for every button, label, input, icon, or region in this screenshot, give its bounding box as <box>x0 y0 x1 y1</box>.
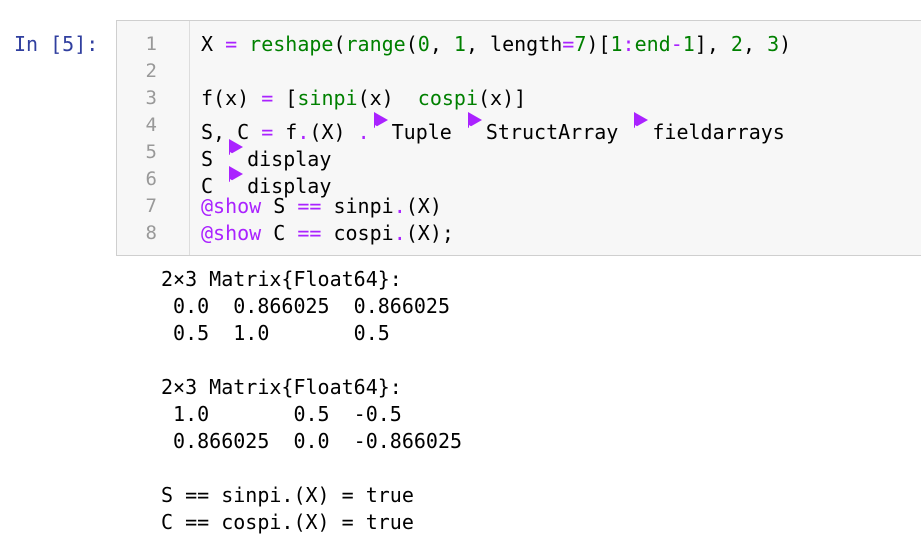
code-line: f(x) = [sinpi(x) cospi(x)] <box>201 85 526 112</box>
code-token: , <box>429 32 454 56</box>
code-token: Tuple <box>391 120 464 144</box>
code-token: @show <box>201 221 262 245</box>
output-line: 0.5 1.0 0.5 <box>161 321 390 345</box>
code-token: reshape <box>249 32 334 56</box>
pipe-operator-icon <box>229 166 244 189</box>
code-token: ], <box>694 32 731 56</box>
code-token: : <box>622 32 635 56</box>
line-number: 4 <box>145 114 157 136</box>
line-number: 3 <box>145 87 157 109</box>
output-line: 1.0 0.5 -0.5 <box>161 402 402 426</box>
pipe-operator-icon <box>229 139 244 162</box>
code-token: (x)] <box>478 86 527 110</box>
code-token: 1 <box>453 32 466 56</box>
line-number-gutter: 1 2 3 4 5 6 7 8 <box>117 21 190 255</box>
line-number: 5 <box>145 141 157 163</box>
output-line: 0.866025 0.0 -0.866025 <box>161 429 463 453</box>
code-token: (x) <box>213 86 262 110</box>
output-line: 2×3 Matrix{Float64}: <box>161 267 402 291</box>
code-token: . <box>393 194 406 218</box>
output-line: S == sinpi.(X) = true <box>161 483 414 507</box>
pipe-operator-icon <box>634 112 649 135</box>
pipe-operator-icon <box>373 112 388 135</box>
line-number: 1 <box>145 33 157 55</box>
line-number: 6 <box>145 168 157 190</box>
code-line: @show S == sinpi.(X) <box>201 193 442 220</box>
code-token: = <box>213 32 250 56</box>
code-cell[interactable]: 12345678 X = reshape(range(0, 1, length=… <box>116 20 921 256</box>
code-token: (X); <box>405 221 454 245</box>
code-token: , length <box>465 32 563 56</box>
code-token: S <box>261 194 298 218</box>
code-token: sinpi <box>297 86 358 110</box>
code-token: . <box>357 120 370 144</box>
output-line: C == cospi.(X) = true <box>161 510 414 534</box>
code-token: ) <box>779 32 792 56</box>
pipe-operator-icon <box>467 112 482 135</box>
code-token: ( <box>333 32 346 56</box>
code-token: (X) <box>405 194 442 218</box>
code-token: )[ <box>586 32 611 56</box>
code-token: StructArray <box>485 120 631 144</box>
output-line: 2×3 Matrix{Float64}: <box>161 375 402 399</box>
code-token: end <box>634 32 671 56</box>
code-token: cospi <box>417 86 479 110</box>
output-line: 0.0 0.866025 0.866025 <box>161 294 450 318</box>
code-token: [ <box>273 86 298 110</box>
code-token: == <box>297 221 322 245</box>
code-token: (x) <box>357 86 418 110</box>
code-token: , <box>742 32 768 56</box>
input-prompt: In [5]: <box>14 32 99 56</box>
code-token: f <box>201 86 214 110</box>
code-token: 7 <box>574 32 587 56</box>
code-line: X = reshape(range(0, 1, length=7)[1:end-… <box>201 31 791 58</box>
line-number: 8 <box>145 222 157 244</box>
code-token: == <box>297 194 322 218</box>
code-token: 1 <box>682 32 695 56</box>
code-token: @show <box>201 194 262 218</box>
line-number: 2 <box>145 60 157 82</box>
code-token: 2 <box>730 32 743 56</box>
code-line: @show C == cospi.(X); <box>201 220 454 247</box>
code-token: - <box>670 32 683 56</box>
code-token: = <box>261 86 274 110</box>
code-token: 0 <box>417 32 430 56</box>
code-token: = <box>562 32 575 56</box>
line-number: 7 <box>145 195 157 217</box>
code-token: 1 <box>610 32 623 56</box>
code-token: sinpi <box>321 194 394 218</box>
code-token: X <box>201 32 214 56</box>
code-token: C <box>261 221 298 245</box>
code-token: fieldarrays <box>652 120 785 144</box>
code-token: 3 <box>767 32 780 56</box>
code-token: range <box>345 32 406 56</box>
code-token: cospi <box>321 221 394 245</box>
code-token: . <box>393 221 406 245</box>
code-token: ( <box>405 32 418 56</box>
